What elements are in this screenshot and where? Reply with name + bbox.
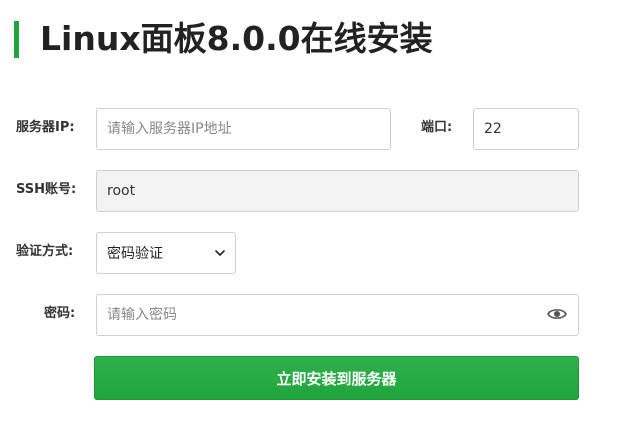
port-label: 端口: <box>421 120 453 135</box>
install-button[interactable]: 立即安装到服务器 <box>94 356 579 400</box>
chevron-down-icon <box>215 250 225 256</box>
server-ip-input[interactable] <box>96 108 391 150</box>
auth-method-selected: 密码验证 <box>107 246 163 262</box>
auth-method-select[interactable]: 密码验证 <box>96 232 236 274</box>
ssh-account-input[interactable] <box>96 170 579 212</box>
password-label: 密码: <box>44 306 76 321</box>
page-title: Linux面板8.0.0在线安装 <box>40 19 433 58</box>
password-input[interactable] <box>96 294 579 336</box>
auth-method-label: 验证方式: <box>16 244 74 259</box>
ssh-account-label: SSH账号: <box>16 182 77 197</box>
server-ip-label: 服务器IP: <box>16 120 75 135</box>
port-input[interactable] <box>473 108 579 150</box>
eye-icon[interactable] <box>547 307 567 321</box>
title-accent-bar <box>14 21 19 58</box>
